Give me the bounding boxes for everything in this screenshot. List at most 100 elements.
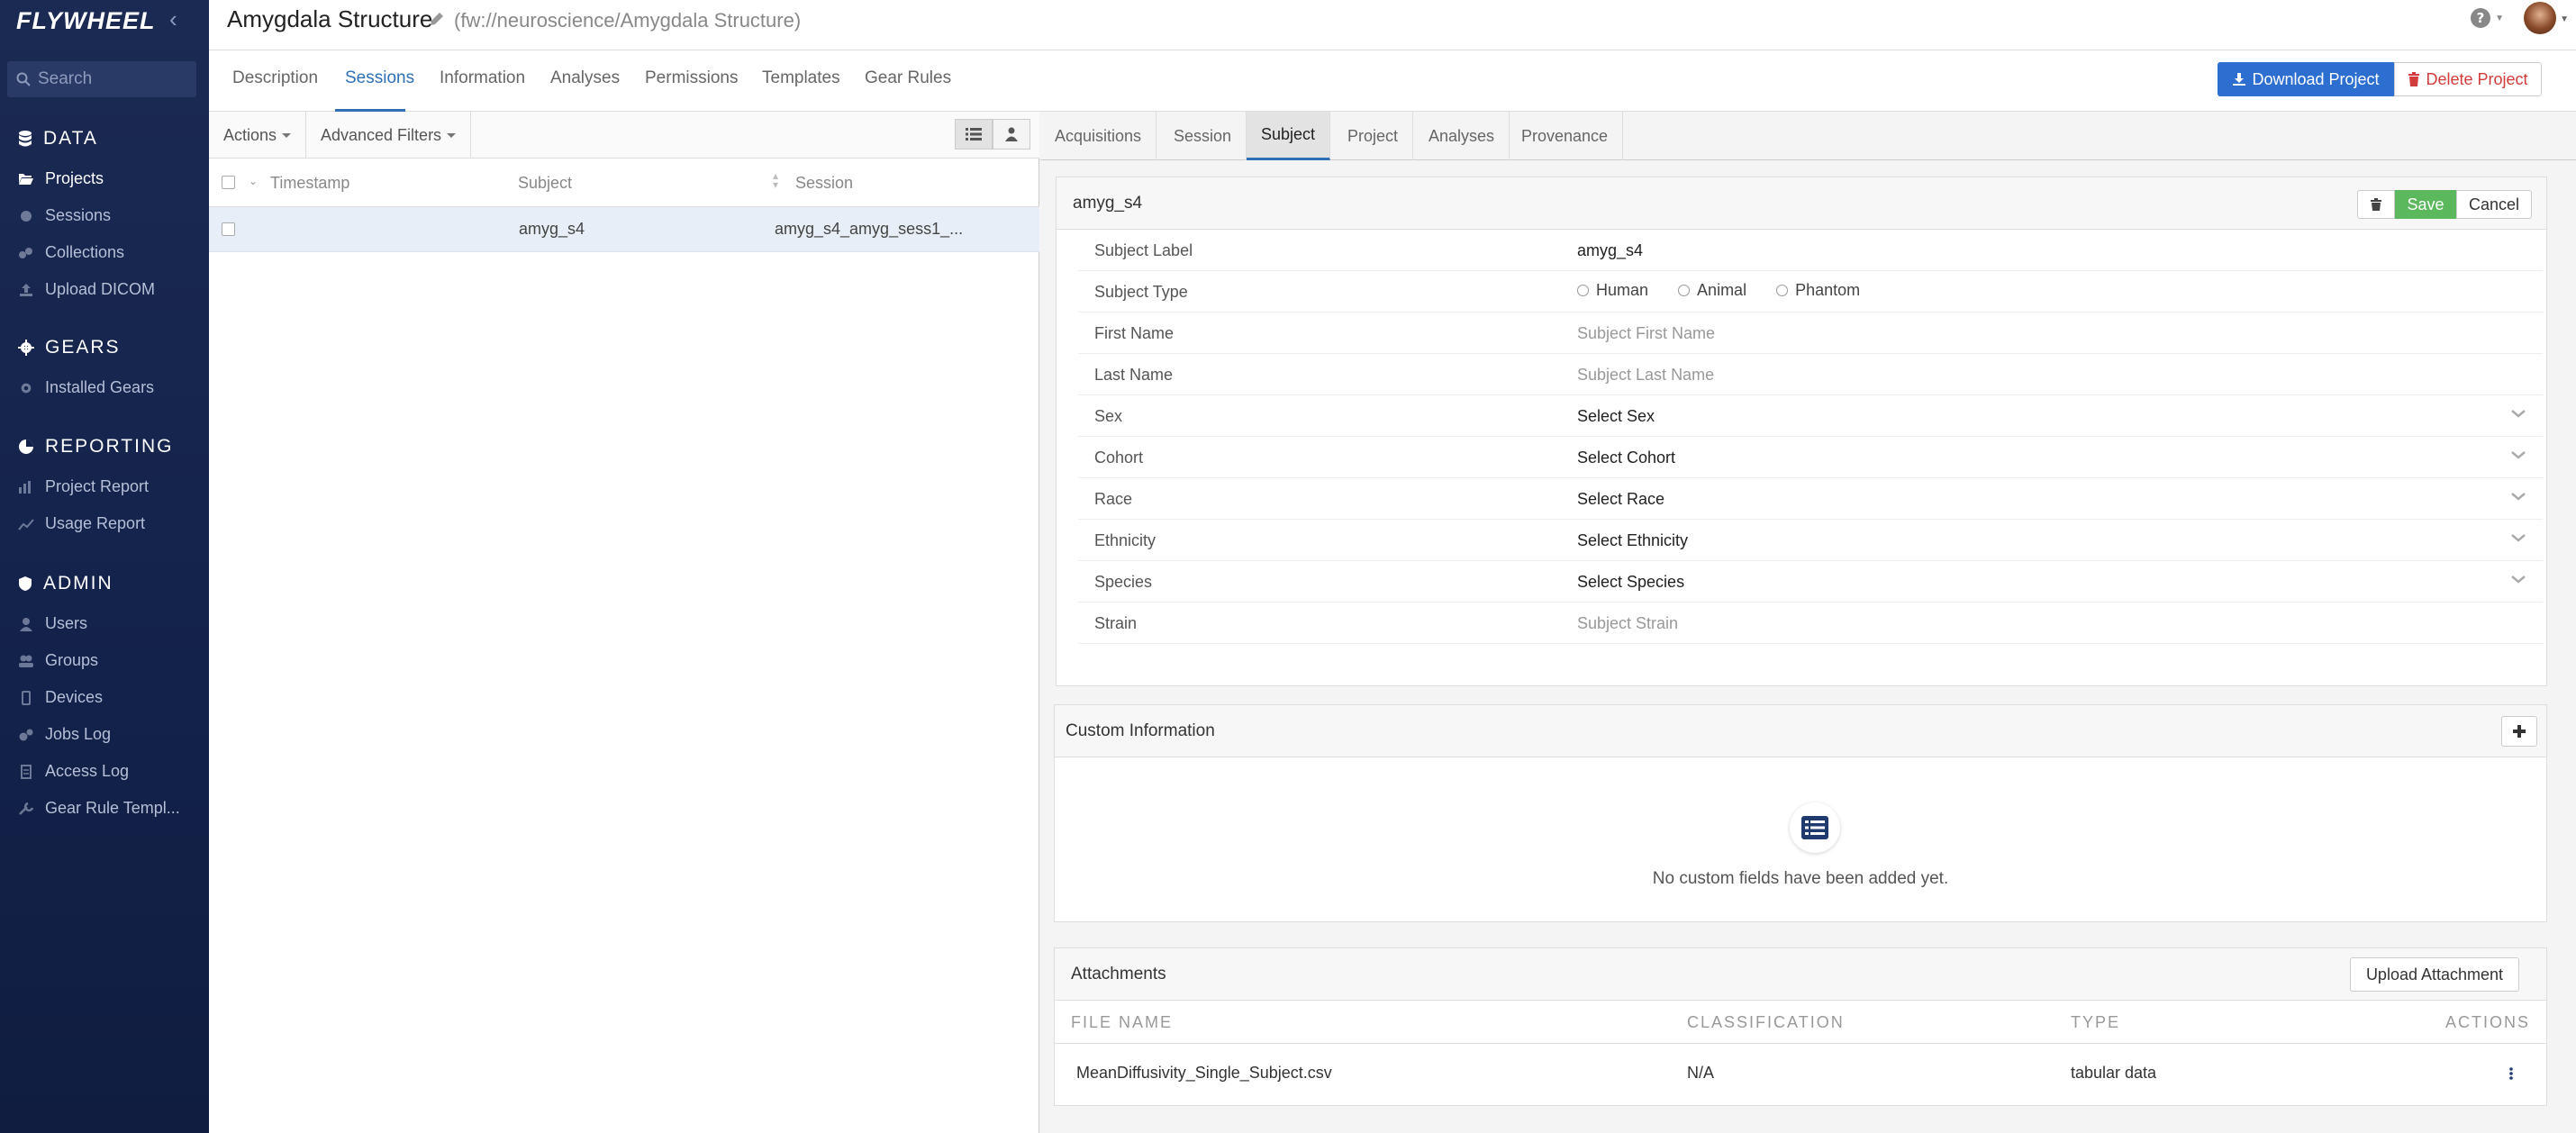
field-label: Cohort (1094, 449, 1144, 467)
tab-permissions[interactable]: Permissions (645, 68, 738, 88)
chevron-down-icon[interactable] (2510, 408, 2526, 419)
tab-information[interactable]: Information (440, 68, 525, 88)
users-icon (19, 655, 33, 667)
delete-project-button[interactable]: Delete Project (2394, 62, 2542, 96)
sidebar-item-project-report[interactable]: Project Report (18, 477, 149, 496)
sidebar-item-gear-rule-templates[interactable]: Gear Rule Templ... (18, 799, 180, 818)
section-title: GEARS (45, 337, 121, 358)
pencil-icon[interactable] (429, 11, 445, 27)
sidebar-item-upload-dicom[interactable]: Upload DICOM (18, 280, 155, 299)
bar-chart-icon (19, 480, 31, 494)
trash-icon (2408, 72, 2420, 86)
delete-subject-button[interactable] (2357, 190, 2395, 219)
collapse-sidebar-icon[interactable]: ‹ (169, 5, 177, 33)
tab-gear-rules[interactable]: Gear Rules (865, 68, 951, 88)
gear-icon (21, 383, 32, 393)
attachment-file-name[interactable]: MeanDiffusivity_Single_Subject.csv (1076, 1064, 1332, 1083)
avatar[interactable] (2524, 2, 2556, 34)
tab-provenance[interactable]: Provenance (1507, 112, 1624, 160)
svg-text:?: ? (2477, 10, 2485, 26)
cogs-icon (19, 729, 33, 740)
chevron-down-icon[interactable] (2510, 574, 2526, 585)
sort-icon[interactable]: ▴ ▾ (773, 170, 778, 190)
sidebar-item-sessions[interactable]: Sessions (18, 206, 111, 225)
column-session[interactable]: Session (795, 174, 853, 193)
table-row[interactable]: amyg_s4 amyg_s4_amyg_sess1_... (209, 207, 1039, 252)
subject-label-input[interactable]: amyg_s4 (1577, 241, 1643, 260)
sort-icon[interactable]: ⌄ (249, 175, 258, 187)
advanced-filters-dropdown[interactable]: Advanced Filters (306, 112, 472, 159)
tab-project[interactable]: Project (1333, 112, 1414, 160)
sex-select[interactable]: Select Sex (1577, 407, 1655, 426)
sidebar: FLYWHEEL ‹ Search DATA Projects Sessions… (0, 0, 209, 1133)
select-all-checkbox[interactable] (222, 176, 235, 189)
radio-label: Animal (1697, 281, 1747, 299)
upload-attachment-button[interactable]: Upload Attachment (2350, 957, 2519, 992)
column-actions: ACTIONS (2444, 1013, 2530, 1031)
tab-analyses[interactable]: Analyses (550, 68, 620, 88)
last-name-input[interactable]: Subject Last Name (1577, 366, 1714, 385)
field-label: Race (1094, 490, 1133, 508)
sidebar-item-label: Installed Gears (45, 378, 155, 396)
sidebar-item-label: Usage Report (45, 514, 146, 532)
chevron-down-icon[interactable] (2510, 449, 2526, 460)
radio-phantom[interactable]: Phantom (1776, 281, 1860, 300)
list-icon (966, 128, 982, 140)
radio-animal[interactable]: Animal (1678, 281, 1746, 300)
project-path: (fw://neuroscience/Amygdala Structure) (454, 9, 802, 32)
tab-templates[interactable]: Templates (762, 68, 840, 88)
sidebar-item-installed-gears[interactable]: Installed Gears (18, 378, 154, 397)
sidebar-item-users[interactable]: Users (18, 614, 87, 633)
chevron-down-icon[interactable] (2510, 532, 2526, 543)
sidebar-item-usage-report[interactable]: Usage Report (18, 514, 145, 533)
sessions-icon (21, 210, 32, 222)
cancel-button[interactable]: Cancel (2456, 190, 2532, 219)
actions-dropdown[interactable]: Actions (209, 112, 307, 159)
sidebar-item-jobs-log[interactable]: Jobs Log (18, 725, 111, 744)
chevron-down-icon[interactable]: ▼ (2560, 14, 2569, 24)
device-icon (22, 690, 31, 705)
field-label: Sex (1094, 407, 1123, 425)
sidebar-item-devices[interactable]: Devices (18, 688, 103, 707)
tab-analyses[interactable]: Analyses (1414, 112, 1510, 160)
first-name-input[interactable]: Subject First Name (1577, 324, 1715, 343)
subject-view-button[interactable] (993, 119, 1030, 150)
list-view-button[interactable] (955, 119, 993, 150)
sidebar-item-collections[interactable]: Collections (18, 243, 124, 262)
sidebar-item-projects[interactable]: Projects (18, 169, 104, 188)
radio-human[interactable]: Human (1577, 281, 1648, 300)
field-label: Ethnicity (1094, 531, 1156, 549)
help-menu[interactable]: ? ▼ (2470, 7, 2504, 29)
search-input[interactable]: Search (7, 61, 196, 97)
sidebar-item-groups[interactable]: Groups (18, 651, 98, 670)
plus-icon (2513, 725, 2526, 738)
tab-description[interactable]: Description (232, 68, 318, 88)
sidebar-item-label: Project Report (45, 477, 150, 495)
field-label: Subject Type (1094, 283, 1188, 301)
chevron-down-icon[interactable] (2510, 491, 2526, 502)
add-custom-field-button[interactable] (2501, 716, 2537, 747)
attachments-title: Attachments (1071, 965, 1166, 983)
ethnicity-select[interactable]: Select Ethnicity (1577, 531, 1688, 550)
race-select[interactable]: Select Race (1577, 490, 1664, 509)
tab-session[interactable]: Session (1159, 112, 1247, 160)
tab-subject[interactable]: Subject (1247, 112, 1331, 160)
row-checkbox[interactable] (222, 222, 235, 236)
species-select[interactable]: Select Species (1577, 573, 1684, 592)
more-vertical-icon[interactable] (2508, 1065, 2514, 1082)
section-admin: ADMIN (18, 573, 113, 594)
cohort-select[interactable]: Select Cohort (1577, 449, 1675, 467)
strain-input[interactable]: Subject Strain (1577, 614, 1678, 633)
caret-down-icon (282, 132, 292, 138)
column-subject[interactable]: Subject (518, 174, 572, 193)
tab-acquisitions[interactable]: Acquisitions (1040, 112, 1157, 160)
subject-form-card: amyg_s4 Save Cancel Subject Label amyg_s… (1056, 177, 2547, 686)
field-sex: Sex Select Sex (1078, 395, 2543, 437)
save-button[interactable]: Save (2395, 190, 2456, 219)
column-timestamp[interactable]: Timestamp (270, 174, 349, 193)
download-project-button[interactable]: Download Project (2218, 62, 2394, 96)
tab-sessions[interactable]: Sessions (345, 68, 414, 88)
flywheel-logo[interactable]: FLYWHEEL (16, 7, 155, 35)
sidebar-item-access-log[interactable]: Access Log (18, 762, 129, 781)
attachments-header: Attachments Upload Attachment (1055, 948, 2546, 1001)
